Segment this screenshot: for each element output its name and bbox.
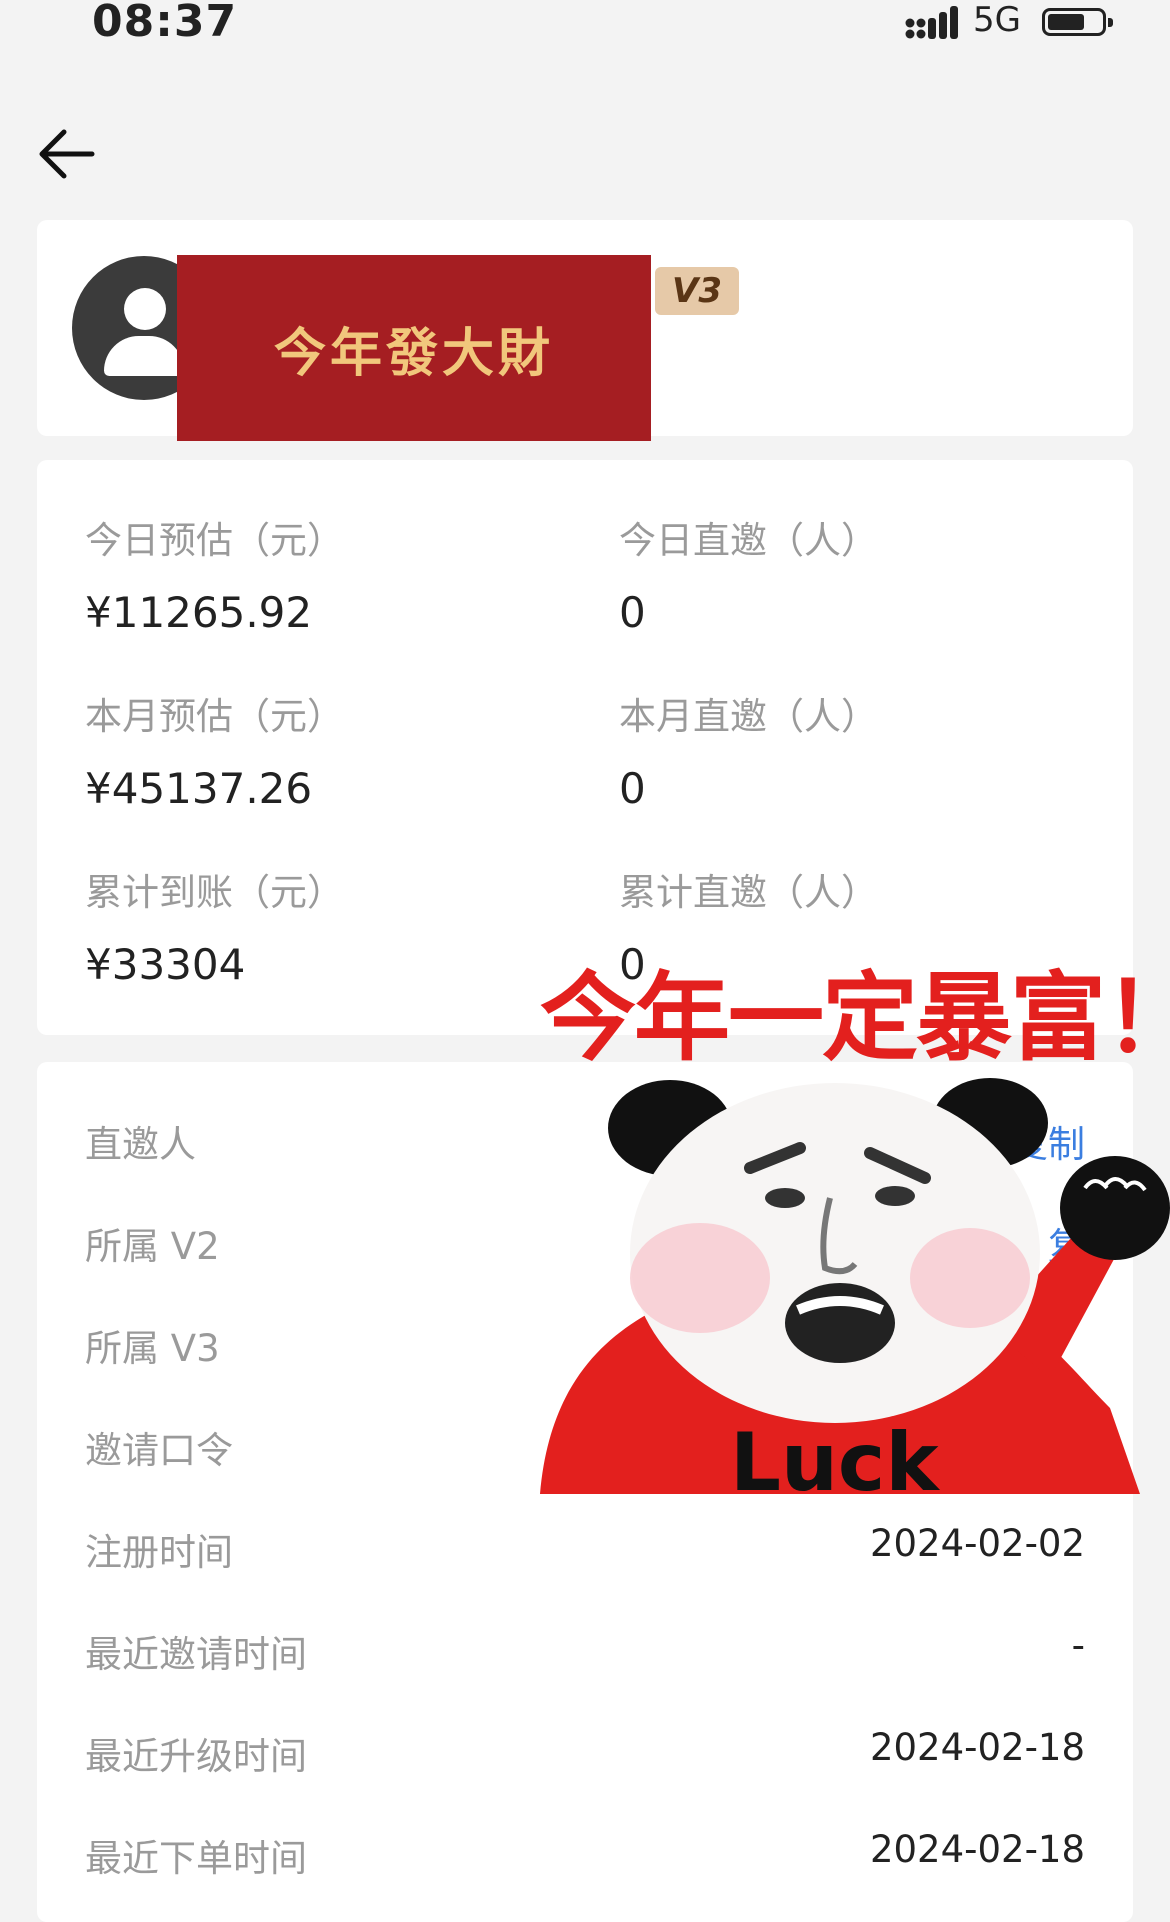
row-register-time: 注册时间 2024-02-02	[85, 1522, 1085, 1582]
row-last-order-time: 最近下单时间 2024-02-18	[85, 1828, 1085, 1888]
row-value: -	[1071, 1624, 1085, 1667]
row-label: 最近升级时间	[85, 1735, 307, 1778]
row-label: 直邀人	[85, 1123, 196, 1166]
row-last-upgrade-time: 最近升级时间 2024-02-18	[85, 1726, 1085, 1786]
stat-value: ¥33304	[85, 940, 246, 989]
stat-today-invites: 今日直邀（人） 0	[619, 510, 878, 637]
back-arrow-icon[interactable]	[36, 124, 96, 184]
row-label: 邀请口令	[85, 1429, 233, 1472]
profile-card: 今年發大財 V3	[37, 220, 1133, 441]
stat-month-invites: 本月直邀（人） 0	[619, 686, 878, 813]
row-label: 注册时间	[85, 1531, 233, 1574]
panda-sticker-word: Luck	[730, 1416, 940, 1494]
row-value: 2024-02-02	[869, 1522, 1085, 1565]
status-bar: 08:37 5G	[0, 0, 1170, 60]
stat-today-estimate: 今日预估（元） ¥11265.92	[85, 510, 344, 637]
stat-value: ¥45137.26	[85, 764, 313, 813]
network-type: 5G	[973, 0, 1021, 40]
name-banner-text: 今年發大財	[273, 322, 554, 384]
status-time: 08:37	[92, 0, 238, 47]
row-label: 最近邀请时间	[85, 1633, 307, 1676]
stat-label: 今日预估（元）	[85, 519, 344, 562]
stat-label: 今日直邀（人）	[619, 519, 878, 562]
stat-value: 0	[619, 764, 646, 813]
stat-total-received: 累计到账（元） ¥33304	[85, 862, 344, 989]
row-label: 所属 V2	[85, 1225, 220, 1268]
name-banner: 今年發大財	[177, 255, 651, 441]
stat-month-estimate: 本月预估（元） ¥45137.26	[85, 686, 344, 813]
row-value: 2024-02-18	[869, 1828, 1085, 1871]
row-value: 2024-02-18	[869, 1726, 1085, 1769]
panda-sticker: Luck	[540, 1078, 1170, 1494]
stat-value: ¥11265.92	[85, 588, 313, 637]
slogan-sticker: 今年一定暴富！	[540, 962, 1170, 1074]
row-label: 最近下单时间	[85, 1837, 307, 1880]
stat-label: 累计到账（元）	[85, 871, 344, 914]
stat-value: 0	[619, 588, 646, 637]
stat-label: 累计直邀（人）	[619, 871, 878, 914]
signal-icon	[905, 6, 958, 39]
row-last-invite-time: 最近邀请时间 -	[85, 1624, 1085, 1684]
stat-label: 本月直邀（人）	[619, 695, 878, 738]
row-label: 所属 V3	[85, 1327, 220, 1370]
stat-label: 本月预估（元）	[85, 695, 344, 738]
level-badge: V3	[655, 267, 739, 315]
battery-icon	[1042, 8, 1113, 36]
